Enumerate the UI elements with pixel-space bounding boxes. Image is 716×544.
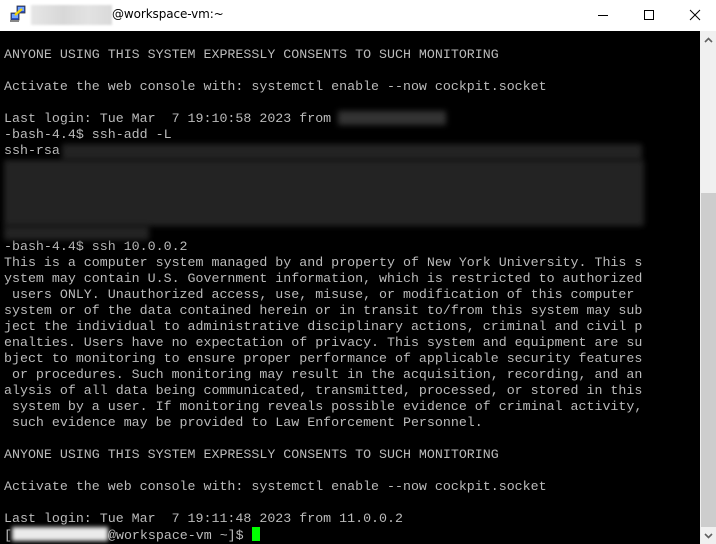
terminal-line: alysis of all data being communicated, t… xyxy=(4,383,643,398)
terminal-line: ANYONE USING THIS SYSTEM EXPRESSLY CONSE… xyxy=(4,47,499,62)
terminal-line: Last login: Tue Mar 7 19:11:48 2023 from… xyxy=(4,511,403,526)
redacted-ssh-key xyxy=(4,160,644,226)
terminal-output: ANYONE USING THIS SYSTEM EXPRESSLY CONSE… xyxy=(4,47,642,543)
terminal-line: -bash-4.4$ ssh 10.0.0.2 xyxy=(4,239,188,254)
window-title: @workspace-vm:~ xyxy=(112,7,224,21)
redacted-ip-address xyxy=(338,111,446,125)
redacted-username xyxy=(11,527,108,541)
terminal-line: or procedures. Such monitoring may resul… xyxy=(4,367,643,382)
terminal-line: system by a user. If monitoring reveals … xyxy=(4,399,643,414)
terminal-line: -bash-4.4$ ssh-add -L xyxy=(4,127,172,142)
redacted-ssh-key xyxy=(62,144,642,160)
terminal-line: This is a computer system managed by and… xyxy=(4,255,643,270)
vertical-scrollbar[interactable] xyxy=(700,31,716,544)
redacted-ssh-key xyxy=(4,226,149,240)
terminal-line: Activate the web console with: systemctl… xyxy=(4,79,547,94)
minimize-button[interactable] xyxy=(580,0,626,30)
putty-icon xyxy=(10,5,26,22)
minimize-icon xyxy=(598,15,608,16)
terminal-line: users ONLY. Unauthorized access, use, mi… xyxy=(4,287,635,302)
terminal-line: Last login: Tue Mar 7 19:10:58 2023 from xyxy=(4,111,332,126)
title-bar[interactable]: @workspace-vm:~ xyxy=(0,0,716,31)
terminal-line: ject the individual to administrative di… xyxy=(4,319,643,334)
prompt-host: @workspace-vm ~]$ xyxy=(107,528,252,543)
text-cursor xyxy=(251,527,260,541)
terminal-area[interactable]: ANYONE USING THIS SYSTEM EXPRESSLY CONSE… xyxy=(0,31,700,544)
chevron-down-icon xyxy=(703,532,713,539)
terminal-line: system or of the data contained herein o… xyxy=(4,303,643,318)
scrollbar-thumb[interactable] xyxy=(701,193,716,527)
maximize-button[interactable] xyxy=(626,0,672,30)
shell-prompt[interactable]: [ @workspace-vm ~]$ xyxy=(4,527,642,543)
terminal-line: ANYONE USING THIS SYSTEM EXPRESSLY CONSE… xyxy=(4,447,499,462)
redacted-username xyxy=(31,5,112,25)
terminal-line: Activate the web console with: systemctl… xyxy=(4,479,547,494)
terminal-line: such evidence may be provided to Law Enf… xyxy=(4,415,483,430)
close-button[interactable] xyxy=(672,0,716,30)
prompt-bracket: [ xyxy=(4,528,12,543)
terminal-line: bject to monitoring to ensure proper per… xyxy=(4,351,643,366)
scroll-down-button[interactable] xyxy=(700,527,716,544)
terminal-line: ystem may contain U.S. Government inform… xyxy=(4,271,643,286)
maximize-icon xyxy=(644,10,654,20)
close-icon xyxy=(689,9,701,21)
terminal-line: enalties. Users have no expectation of p… xyxy=(4,335,643,350)
chevron-up-icon xyxy=(703,36,713,43)
scroll-up-button[interactable] xyxy=(700,31,716,48)
